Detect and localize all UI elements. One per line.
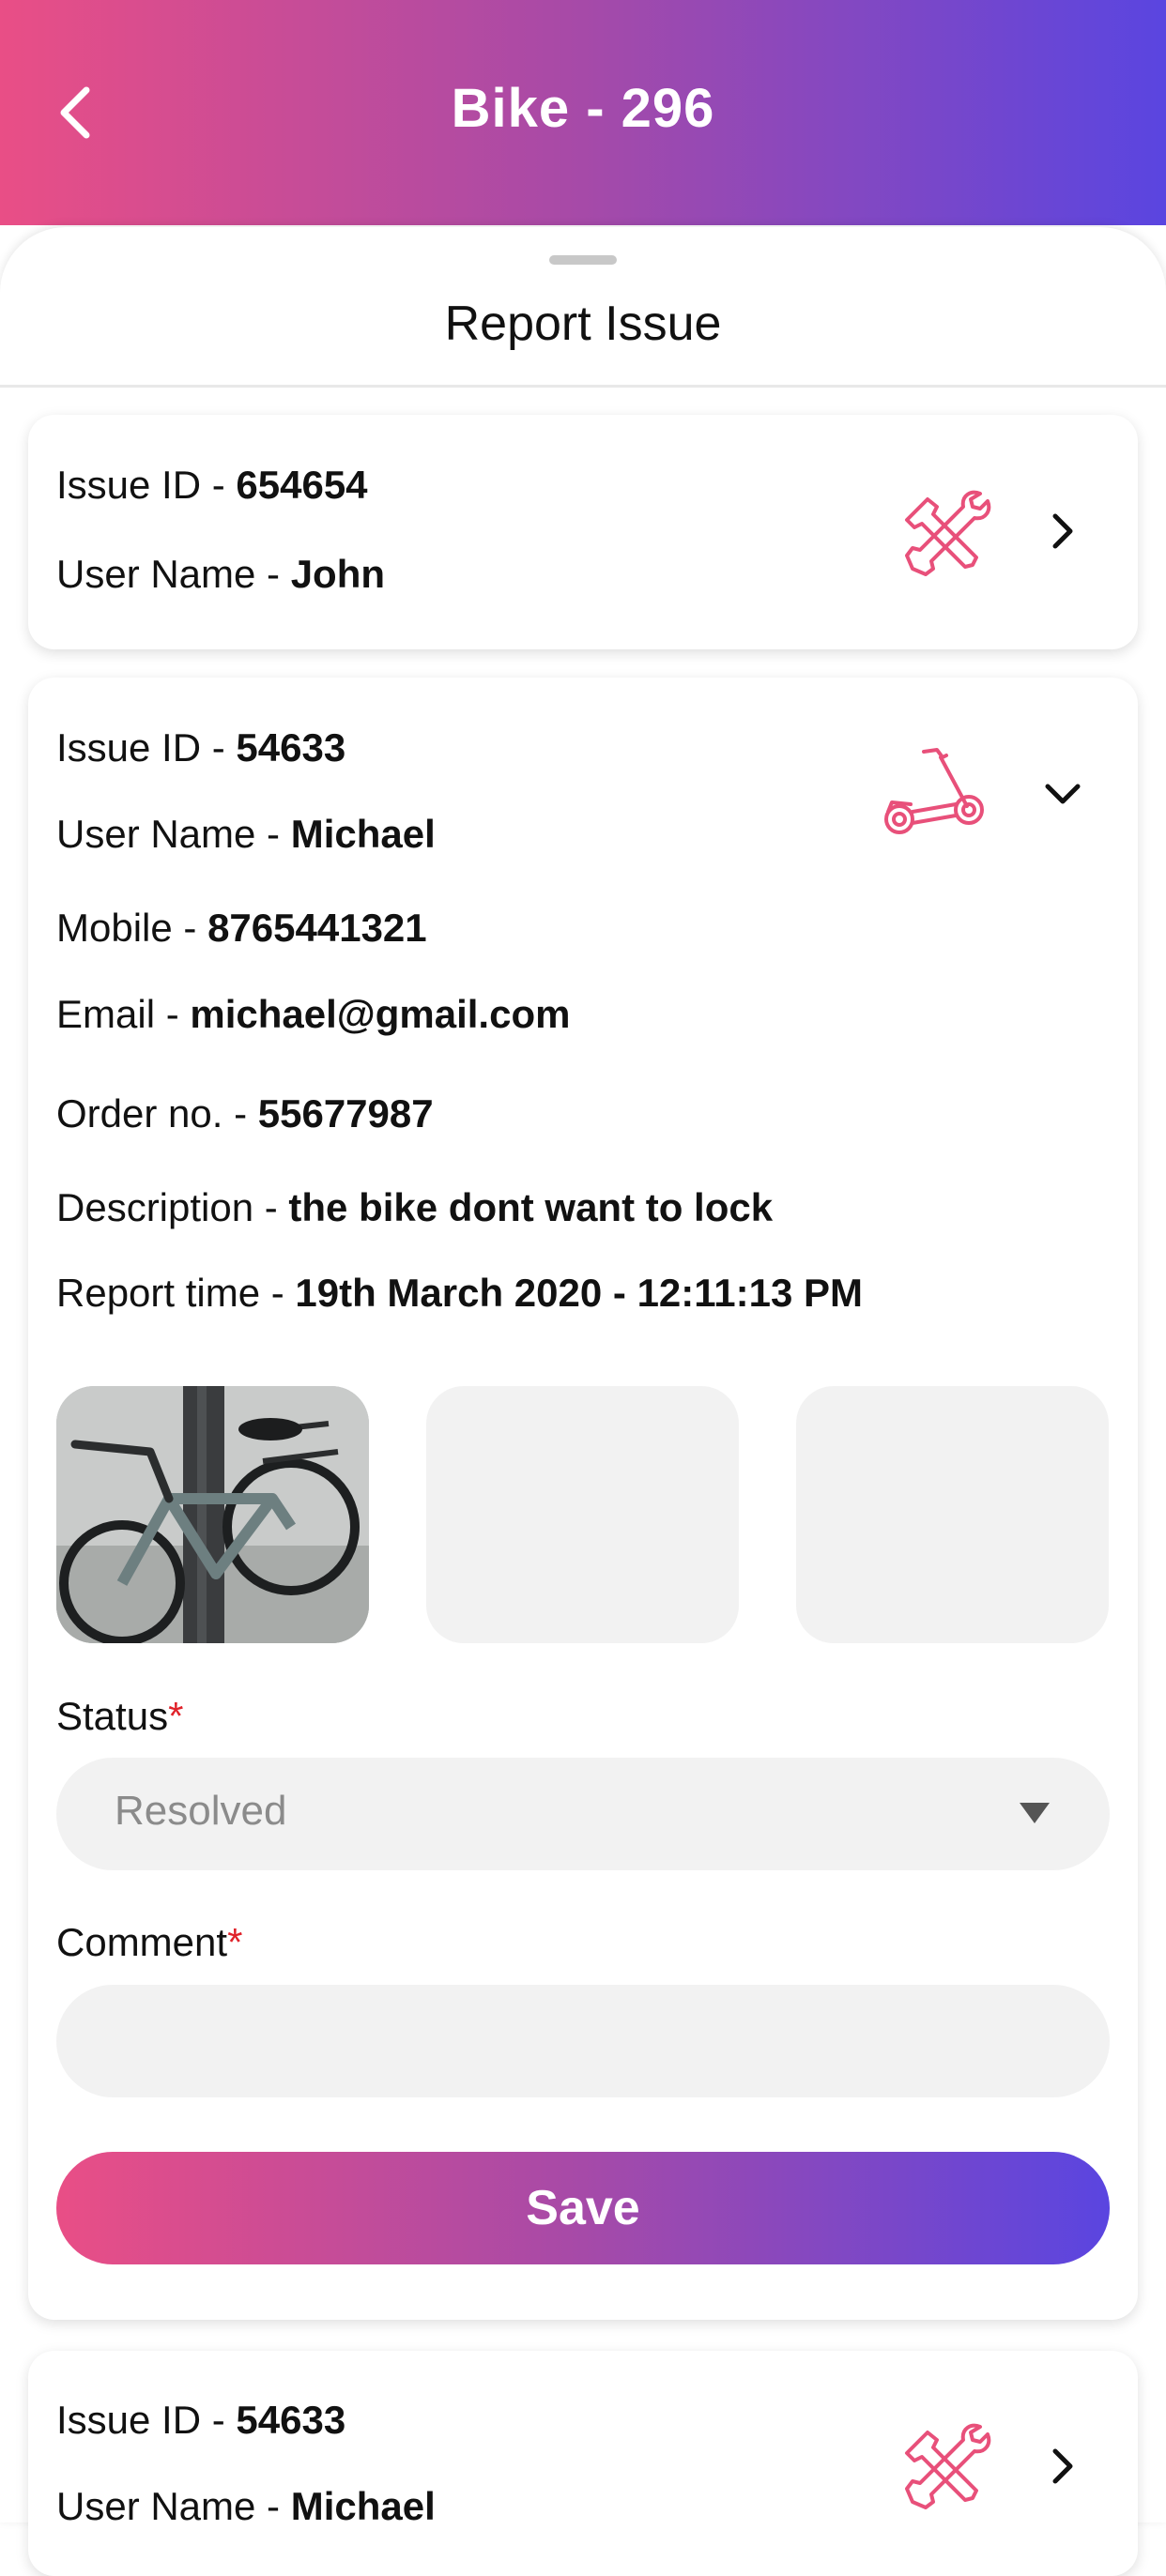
chevron-right-icon[interactable] bbox=[1040, 2444, 1085, 2489]
issue-user-name: User Name - Michael bbox=[56, 812, 436, 856]
chevron-right-icon[interactable] bbox=[1040, 509, 1085, 554]
issue-order-number: Order no. - 55677987 bbox=[56, 1091, 434, 1136]
status-selected-value: Resolved bbox=[115, 1788, 287, 1834]
required-asterisk: * bbox=[168, 1694, 184, 1738]
caret-down-icon bbox=[1020, 1803, 1050, 1823]
scooter-icon bbox=[884, 748, 984, 834]
issue-id: Issue ID - 654654 bbox=[56, 463, 368, 507]
comment-label: Comment* bbox=[56, 1920, 243, 1964]
issue-id: Issue ID - 54633 bbox=[56, 725, 346, 770]
issue-report-time: Report time - 19th March 2020 - 12:11:13… bbox=[56, 1271, 864, 1315]
issue-id: Issue ID - 54633 bbox=[56, 2398, 346, 2442]
page-title: Bike - 296 bbox=[451, 78, 715, 139]
app-header: Bike - 296 bbox=[0, 0, 1166, 225]
repair-tools-icon bbox=[905, 490, 991, 576]
required-asterisk: * bbox=[227, 1920, 243, 1964]
chevron-down-icon[interactable] bbox=[1040, 771, 1085, 816]
bike-photo bbox=[56, 1386, 369, 1643]
issue-description: Description - the bike dont want to lock bbox=[56, 1185, 774, 1229]
repair-tools-icon bbox=[905, 2423, 991, 2509]
issue-photo[interactable] bbox=[56, 1386, 369, 1643]
sheet-title: Report Issue bbox=[444, 297, 722, 351]
status-select[interactable]: Resolved bbox=[56, 1758, 1110, 1870]
sheet-grabber[interactable] bbox=[549, 255, 617, 265]
save-button[interactable]: Save bbox=[56, 2152, 1110, 2264]
issue-user-name: User Name - John bbox=[56, 552, 386, 596]
issue-email: Email - michael@gmail.com bbox=[56, 992, 571, 1036]
empty-photo-slot[interactable] bbox=[426, 1386, 739, 1643]
comment-input[interactable] bbox=[56, 1985, 1110, 2097]
divider bbox=[0, 385, 1166, 388]
status-label: Status* bbox=[56, 1694, 184, 1738]
issue-mobile: Mobile - 8765441321 bbox=[56, 906, 427, 950]
empty-photo-slot[interactable] bbox=[796, 1386, 1109, 1643]
